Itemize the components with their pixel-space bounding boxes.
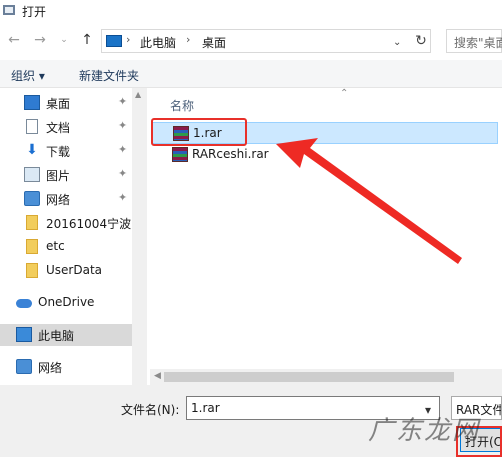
sort-chevron-icon: ⌃ — [340, 88, 349, 99]
scrollbar-thumb[interactable] — [164, 372, 454, 382]
sidebar-item-pictures[interactable]: 图片 ✦ — [0, 164, 132, 186]
search-input[interactable]: 搜索"桌面" — [446, 29, 502, 53]
window-title: 打开 — [22, 5, 47, 19]
horizontal-scrollbar[interactable]: ◀ — [150, 369, 502, 385]
sidebar-item-userdata[interactable]: UserData — [0, 260, 132, 282]
pin-icon: ✦ — [118, 119, 128, 132]
address-bar[interactable]: › 此电脑 › 桌面 ⌄ ↻ — [101, 29, 431, 53]
computer-icon — [16, 327, 32, 342]
sidebar-item-this-pc[interactable]: 此电脑 — [0, 324, 132, 346]
app-icon — [3, 5, 15, 15]
sidebar-item-onedrive[interactable]: OneDrive — [0, 292, 132, 314]
pin-icon: ✦ — [118, 167, 128, 180]
breadcrumb-desktop[interactable]: 桌面 — [202, 34, 226, 51]
filename-value: 1.rar — [191, 401, 220, 415]
picture-icon — [24, 167, 40, 182]
desktop-icon — [24, 95, 40, 110]
navigation-pane: 桌面 ✦ 文档 ✦ ⬇ 下载 ✦ 图片 ✦ 网络 ✦ 20161004宁波 et… — [0, 88, 147, 385]
sidebar-item-label: 网络 — [46, 193, 71, 207]
watermark: 广东龙网 — [368, 416, 481, 446]
folder-icon — [26, 215, 38, 230]
breadcrumb-this-pc[interactable]: 此电脑 — [140, 34, 176, 51]
address-row: ← → ⌄ ↑ › 此电脑 › 桌面 ⌄ ↻ 搜索"桌面" — [0, 26, 502, 56]
file-row-rarceshi[interactable]: RARceshi.rar — [152, 144, 498, 166]
recent-dropdown-icon[interactable]: ⌄ — [54, 30, 74, 50]
network-icon — [16, 359, 32, 374]
folder-icon — [26, 239, 38, 254]
chevron-down-icon[interactable]: ⌄ — [393, 37, 401, 48]
sidebar-item-label: UserData — [46, 263, 103, 277]
sidebar-item-downloads[interactable]: ⬇ 下载 ✦ — [0, 140, 132, 162]
sidebar-item-folder-20161004[interactable]: 20161004宁波 — [0, 212, 132, 234]
chevron-right-icon[interactable]: › — [186, 33, 190, 46]
network-icon — [24, 191, 40, 206]
organize-button[interactable]: 组织 ▾ — [11, 67, 45, 84]
pin-icon: ✦ — [118, 95, 128, 108]
sidebar-item-network-pinned[interactable]: 网络 ✦ — [0, 188, 132, 210]
forward-icon[interactable]: → — [30, 30, 50, 50]
sidebar-item-label: 下载 — [46, 145, 71, 159]
sidebar-item-label: 桌面 — [46, 97, 71, 111]
refresh-icon[interactable]: ↻ — [412, 32, 430, 50]
sidebar-item-label: 20161004宁波 — [46, 217, 132, 231]
folder-icon — [26, 263, 38, 278]
sidebar-scrollbar[interactable]: ▲ — [132, 88, 147, 385]
scroll-up-icon[interactable]: ▲ — [135, 90, 141, 99]
computer-icon — [106, 35, 122, 47]
sidebar-item-network[interactable]: 网络 — [0, 356, 132, 378]
sidebar-item-documents[interactable]: 文档 ✦ — [0, 116, 132, 138]
sidebar-item-label: 图片 — [46, 169, 71, 183]
column-header-name[interactable]: 名称 — [170, 97, 194, 114]
up-icon[interactable]: ↑ — [77, 30, 97, 50]
sidebar-item-label: 此电脑 — [38, 329, 75, 343]
back-icon[interactable]: ← — [4, 30, 24, 50]
sidebar-item-etc[interactable]: etc — [0, 236, 132, 258]
sidebar-item-label: 网络 — [38, 361, 63, 375]
scroll-left-icon[interactable]: ◀ — [154, 371, 161, 381]
new-folder-button[interactable]: 新建文件夹 — [79, 67, 139, 84]
sidebar-item-label: 文档 — [46, 121, 71, 135]
rar-archive-icon — [172, 147, 188, 162]
download-icon: ⬇ — [26, 142, 38, 158]
pin-icon: ✦ — [118, 143, 128, 156]
document-icon — [26, 119, 38, 134]
sidebar-item-label: OneDrive — [38, 295, 95, 309]
title-bar: 打开 — [0, 0, 502, 22]
filename-label: 文件名(N): — [121, 403, 180, 417]
cloud-icon — [16, 299, 32, 308]
chevron-right-icon[interactable]: › — [126, 33, 130, 46]
annotation-highlight-box — [151, 118, 247, 146]
sidebar-item-desktop[interactable]: 桌面 ✦ — [0, 92, 132, 114]
file-name: RARceshi.rar — [192, 147, 269, 161]
sidebar-item-label: etc — [46, 239, 65, 253]
pin-icon: ✦ — [118, 191, 128, 204]
search-placeholder: 搜索"桌面" — [454, 36, 502, 50]
command-toolbar: 组织 ▾ 新建文件夹 — [0, 60, 502, 88]
